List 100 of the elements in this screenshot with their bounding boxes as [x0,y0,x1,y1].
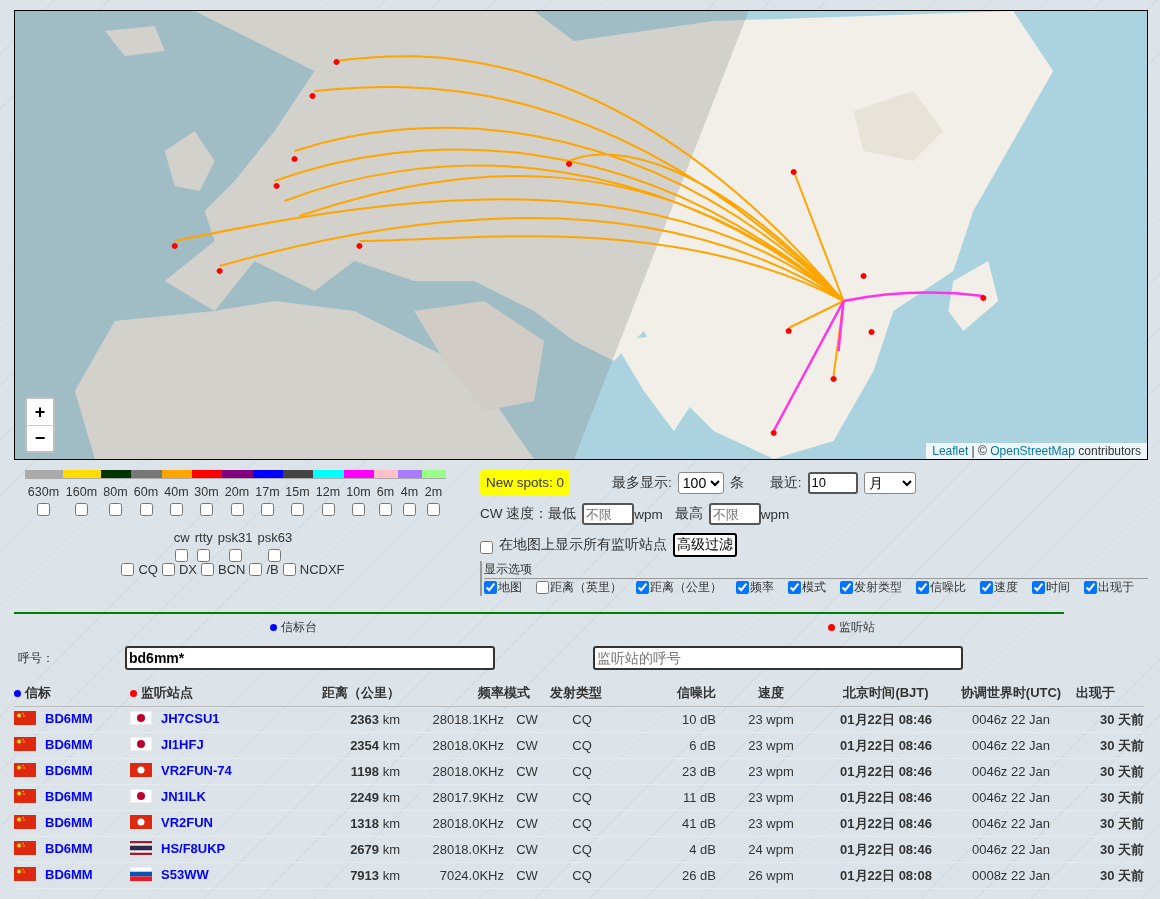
checkbox[interactable] [249,563,263,576]
checkbox[interactable] [170,503,183,516]
checkbox[interactable] [427,503,440,516]
flag-icon [14,841,36,856]
checkbox[interactable] [261,503,274,516]
checkbox[interactable] [379,503,392,516]
option-label: 距离（公里） [650,579,722,596]
checkbox[interactable] [109,503,122,516]
checkbox[interactable] [291,503,304,516]
bjt-time-cell: 01月22日 08:08 [840,866,932,885]
checkbox[interactable] [268,549,282,562]
checkbox[interactable] [1084,581,1097,594]
type-cell: CQ [572,764,592,779]
band-label: 60m [133,485,159,499]
band-label: 15m [285,485,310,499]
listener-link[interactable]: JH7CSU1 [161,710,220,726]
band-label: 17m [255,485,280,499]
checkbox[interactable] [536,581,549,594]
bjt-time-cell: 01月22日 08:46 [840,710,932,729]
flag-icon [130,815,152,830]
checkbox[interactable] [1032,581,1045,594]
checkbox[interactable] [197,549,211,562]
column-label: 信标 [25,684,51,702]
type-cell: CQ [572,790,592,805]
zoom-out-button[interactable]: − [27,425,53,451]
flag-icon [130,711,152,726]
checkbox[interactable] [37,503,50,516]
beacon-link[interactable]: BD6MM [45,710,93,726]
column-label: 距离（公里） [322,684,400,702]
frequency-cell: 7024.0KHz [439,868,504,883]
max-speed-input[interactable]: 不限 [708,503,761,525]
type-cell: CQ [572,816,592,831]
checkbox[interactable] [321,503,335,516]
utc-time-cell: 0008z 22 Jan [971,868,1051,883]
recent-input[interactable]: 10 [807,471,858,494]
seen-cell: 30 天前 [1099,840,1144,859]
flag-icon [130,763,152,778]
listener-callsign-input[interactable]: 监听站的呼号 [593,646,963,670]
option-label: 发射类型 [854,579,902,596]
snr-cell: 26 dB [682,868,716,883]
min-speed-input[interactable]: 不限 [582,503,635,525]
snr-cell: 11 dB [683,790,716,805]
band-label: 20m [224,485,250,499]
beacon-link[interactable]: BD6MM [45,866,93,882]
listener-link[interactable]: HS/F8UKP [161,840,226,856]
listener-link[interactable]: VR2FUN [161,814,213,830]
listener-link[interactable]: S53WW [161,866,209,882]
period-select[interactable]: 月 [863,471,916,494]
utc-time-cell: 0046z 22 Jan [971,712,1051,727]
checkbox[interactable] [916,581,929,594]
listener-link[interactable]: VR2FUN-74 [161,762,232,778]
checkbox[interactable] [161,563,175,576]
flag-icon [130,737,152,752]
checkbox[interactable] [75,503,88,516]
utc-time-cell: 0046z 22 Jan [971,816,1051,831]
flag-icon [14,789,36,804]
checkbox[interactable] [980,581,993,594]
checkbox[interactable] [352,503,365,516]
band-label: 4m [400,485,419,499]
mode-cell: CW [516,738,538,753]
beacon-link[interactable]: BD6MM [45,762,93,778]
mode-cell: CW [516,816,538,831]
checkbox[interactable] [840,581,853,594]
checkbox[interactable] [230,503,244,516]
column-label: 出现于 [1076,684,1115,702]
snr-cell: 6 dB [689,738,716,753]
listener-link[interactable]: JI1HFJ [161,736,204,752]
checkbox[interactable] [484,581,497,594]
checkbox[interactable] [480,540,493,554]
checkbox[interactable] [736,581,749,594]
mode-cell: CW [516,868,538,883]
bjt-time-cell: 01月22日 08:46 [840,840,932,859]
beacon-link[interactable]: BD6MM [45,788,93,804]
beacon-callsign-input[interactable]: bd6mm* [125,646,495,670]
openstreetmap-link[interactable]: OpenStreetMap [990,444,1075,458]
beacon-link[interactable]: BD6MM [45,840,93,856]
checkbox[interactable] [403,503,416,516]
distance-cell: 2679 km [350,842,400,857]
checkbox[interactable] [139,503,153,516]
leaflet-link[interactable]: Leaflet [932,444,969,458]
seen-cell: 30 天前 [1099,866,1144,885]
checkbox[interactable] [228,549,242,562]
band-label: 6m [376,485,395,499]
checkbox[interactable] [200,503,213,516]
checkbox[interactable] [121,563,135,576]
count-select[interactable]: 100 [677,471,724,494]
beacon-link[interactable]: BD6MM [45,736,93,752]
band-label: 12m [315,485,341,499]
seen-cell: 30 天前 [1099,788,1144,807]
advanced-filter-button[interactable]: 高级过滤 [673,533,737,557]
beacon-link[interactable]: BD6MM [45,814,93,830]
frequency-cell: 28018.0KHz [432,816,504,831]
checkbox[interactable] [282,563,296,576]
listener-link[interactable]: JN1ILK [161,788,206,804]
checkbox[interactable] [201,563,214,576]
type-label: DX [178,562,197,577]
checkbox[interactable] [788,581,801,594]
checkbox[interactable] [636,581,649,594]
checkbox[interactable] [175,549,189,562]
mode-cell: CW [516,842,538,857]
